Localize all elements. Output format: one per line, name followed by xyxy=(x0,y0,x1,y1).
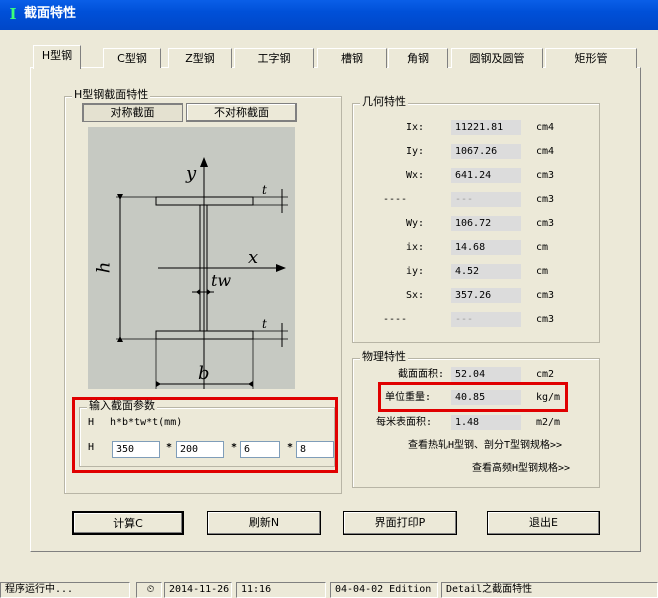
status-edition: 04-04-02 Edition xyxy=(330,582,438,598)
x-axis-label: x xyxy=(248,247,259,268)
tab-h-steel[interactable]: H型钢 xyxy=(33,45,81,69)
geometry-value: 4.52 xyxy=(451,264,521,279)
tab-rect-tube[interactable]: 矩形管 xyxy=(545,48,637,68)
geometry-label: Wx: xyxy=(405,170,424,181)
geometry-label: iy: xyxy=(405,266,424,277)
geometry-label: Ix: xyxy=(405,122,424,133)
geometry-unit: cm3 xyxy=(536,194,555,205)
tab-label: Z型钢 xyxy=(185,52,215,65)
geometry-value: 1067.26 xyxy=(451,144,521,159)
y-axis-label: y xyxy=(186,163,197,184)
geometry-label: Sx: xyxy=(405,290,424,301)
b-input[interactable] xyxy=(176,441,224,458)
weight-unit: kg/m xyxy=(536,392,561,403)
geometry-value: 14.68 xyxy=(451,240,521,255)
geometry-unit: cm4 xyxy=(536,146,555,157)
tab-channel[interactable]: 槽钢 xyxy=(317,48,387,68)
row-prefix: H xyxy=(88,442,95,453)
geometry-value: 641.24 xyxy=(451,168,521,183)
tab-i-beam[interactable]: 工字钢 xyxy=(234,48,314,68)
geometry-value: 106.72 xyxy=(451,216,521,231)
window-title: 截面特性 xyxy=(24,6,77,21)
geometry-value: --- xyxy=(451,192,521,207)
status-date: 2014-11-26 xyxy=(164,582,232,598)
asymmetric-section-button[interactable]: 不对称截面 xyxy=(186,103,297,122)
geometry-label: ---- xyxy=(383,194,408,205)
tab-label: 工字钢 xyxy=(257,52,291,65)
t-dimension-label-bottom: t xyxy=(262,317,267,331)
geometry-label: ix: xyxy=(405,242,424,253)
tab-label: 角钢 xyxy=(407,52,429,65)
surface-label: 每米表面积: xyxy=(376,417,433,428)
geometry-label: Iy: xyxy=(405,146,424,157)
geometry-unit: cm xyxy=(536,242,549,253)
h-section-group-title: H型钢截面特性 xyxy=(72,88,151,101)
tab-label: H型钢 xyxy=(41,49,73,62)
weight-label: 单位重量: xyxy=(385,392,432,403)
geometry-unit: cm3 xyxy=(536,218,555,229)
h-input[interactable] xyxy=(112,441,160,458)
t-dimension-label-top: t xyxy=(262,183,267,197)
b-dimension-label: b xyxy=(198,363,210,384)
symmetric-section-button[interactable]: 对称截面 xyxy=(82,103,183,122)
calculate-button[interactable]: 计算C xyxy=(72,511,184,535)
surface-unit: m2/m xyxy=(536,417,561,428)
geometry-label: ---- xyxy=(383,314,408,325)
tw-dimension-label: tw xyxy=(211,271,232,290)
exit-button[interactable]: 退出E xyxy=(487,511,600,535)
hot-rolled-specs-link[interactable]: 查看热轧H型钢、剖分T型钢规格>> xyxy=(408,438,562,453)
h-section-diagram: y x h b tw t t xyxy=(88,127,295,389)
print-button[interactable]: 界面打印P xyxy=(343,511,457,535)
area-label: 截面面积: xyxy=(398,369,445,380)
tab-round[interactable]: 圆钢及圆管 xyxy=(451,48,543,68)
sep-2: * xyxy=(231,442,238,453)
tab-angle[interactable]: 角钢 xyxy=(388,48,448,68)
sep-3: * xyxy=(287,442,294,453)
tab-c-steel[interactable]: C型钢 xyxy=(103,48,161,68)
geometry-unit: cm3 xyxy=(536,170,555,181)
tw-input[interactable] xyxy=(240,441,280,458)
geometry-value: --- xyxy=(451,312,521,327)
area-value: 52.04 xyxy=(451,367,521,382)
status-time: 11:16 xyxy=(236,582,326,598)
area-unit: cm2 xyxy=(536,369,555,380)
clock-icon: ⏲ xyxy=(136,582,162,598)
geometry-unit: cm xyxy=(536,266,549,277)
tab-label: 矩形管 xyxy=(574,52,608,65)
title-bar: I 截面特性 xyxy=(0,0,658,30)
surface-value: 1.48 xyxy=(451,415,521,430)
status-module: Detail之截面特性 xyxy=(441,582,658,598)
geometry-unit: cm4 xyxy=(536,122,555,133)
sep-1: * xyxy=(166,442,173,453)
input-params-title: 输入截面参数 xyxy=(87,399,157,412)
geometry-value: 357.26 xyxy=(451,288,521,303)
formula-prefix: H xyxy=(88,417,95,428)
weight-value: 40.85 xyxy=(451,390,521,405)
geometry-unit: cm3 xyxy=(536,314,555,325)
refresh-button[interactable]: 刷新N xyxy=(207,511,321,535)
tab-z-steel[interactable]: Z型钢 xyxy=(168,48,232,68)
geometry-title: 几何特性 xyxy=(360,95,408,108)
high-freq-specs-link[interactable]: 查看高频H型钢规格>> xyxy=(472,461,570,476)
h-dimension-label: h xyxy=(93,261,115,274)
t-input[interactable] xyxy=(296,441,334,458)
tab-label: 槽钢 xyxy=(341,52,363,65)
formula-text: h*b*tw*t(mm) xyxy=(110,417,183,428)
app-icon: I xyxy=(9,5,17,23)
status-running: 程序运行中... xyxy=(0,582,130,598)
geometry-value: 11221.81 xyxy=(451,120,521,135)
tab-label: C型钢 xyxy=(117,52,147,65)
geometry-unit: cm3 xyxy=(536,290,555,301)
geometry-label: Wy: xyxy=(405,218,424,229)
tab-label: 圆钢及圆管 xyxy=(469,52,525,65)
physical-title: 物理特性 xyxy=(360,350,408,363)
